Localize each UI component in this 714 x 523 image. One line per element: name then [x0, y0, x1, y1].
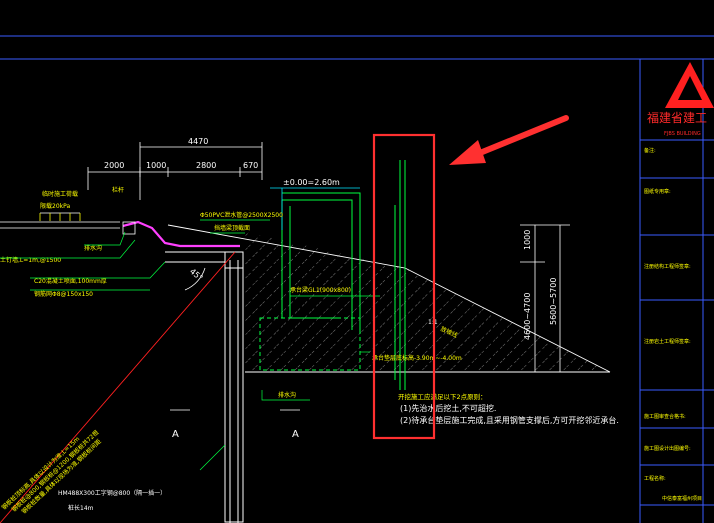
retaining-label: 挡墙梁顶截面: [214, 224, 250, 232]
dim-v-mid: 4600~4700: [523, 293, 532, 340]
title-row: 注册结构工程师签章:: [644, 263, 691, 270]
title-row: 施工图审查合格书:: [644, 413, 686, 420]
pile-long-label: HM488X300工字钢@800（隔一插一）: [58, 489, 166, 497]
title-row: 施工图设计出图编号:: [644, 445, 691, 452]
cad-drawing-canvas[interactable]: 福建省建工 FJBS BUILDING 备注: 图纸专用章: 注册结构工程师签章…: [0, 0, 714, 523]
dim-total: 4470: [188, 137, 208, 146]
railing-label: 栏杆: [112, 186, 124, 194]
load-label: 临时施工荷载: [42, 190, 78, 198]
dim-v-top: 1000: [523, 230, 532, 250]
project-name: 中信泰富福州项目: [662, 495, 702, 502]
dim-seg2: 1000: [146, 161, 166, 170]
dim-v-right: 5600~5700: [549, 278, 558, 325]
dim-seg4: 670: [243, 161, 258, 170]
company-name: 福建省建工: [647, 110, 707, 125]
anchor-label: 土钉墙,L=1m,@1500: [0, 256, 61, 264]
company-subname: FJBS BUILDING: [664, 131, 701, 137]
title-row: 图纸专用章:: [644, 188, 671, 195]
load-value-label: 限载20kPa: [40, 202, 70, 210]
pipe-sleeve-label: Φ50PVC泄水管@2500X2500: [200, 211, 283, 219]
section-label-a-left: A: [172, 429, 179, 440]
title-row: 注册岩土工程师签章:: [644, 338, 691, 345]
note-title: 开挖施工应满足以下2点原则：: [398, 392, 487, 401]
level-label: ±0.00=2.60m: [283, 178, 340, 187]
excavation-label: 承台垫层底标高-3.90m~-4.00m: [372, 354, 462, 362]
beam-label: 承台梁GL1(900x800): [290, 286, 351, 294]
pile-length-label: 桩长14m: [68, 504, 94, 512]
title-row: 备注:: [644, 147, 656, 154]
mesh-label: 钢筋网Φ8@150x150: [34, 290, 93, 298]
note-item-1: (1)先治水后挖土,不可超挖.: [400, 403, 496, 413]
drain-bottom-label: 排水沟: [278, 391, 296, 399]
title-row: 工程名称:: [644, 475, 666, 482]
note-item-2: (2)待承台垫层施工完成,且采用钢管支撑后,方可开挖邻近承台.: [400, 415, 619, 425]
section-label-a-right: A: [292, 429, 299, 440]
dim-seg1: 2000: [104, 161, 124, 170]
dim-seg3: 2800: [196, 161, 216, 170]
